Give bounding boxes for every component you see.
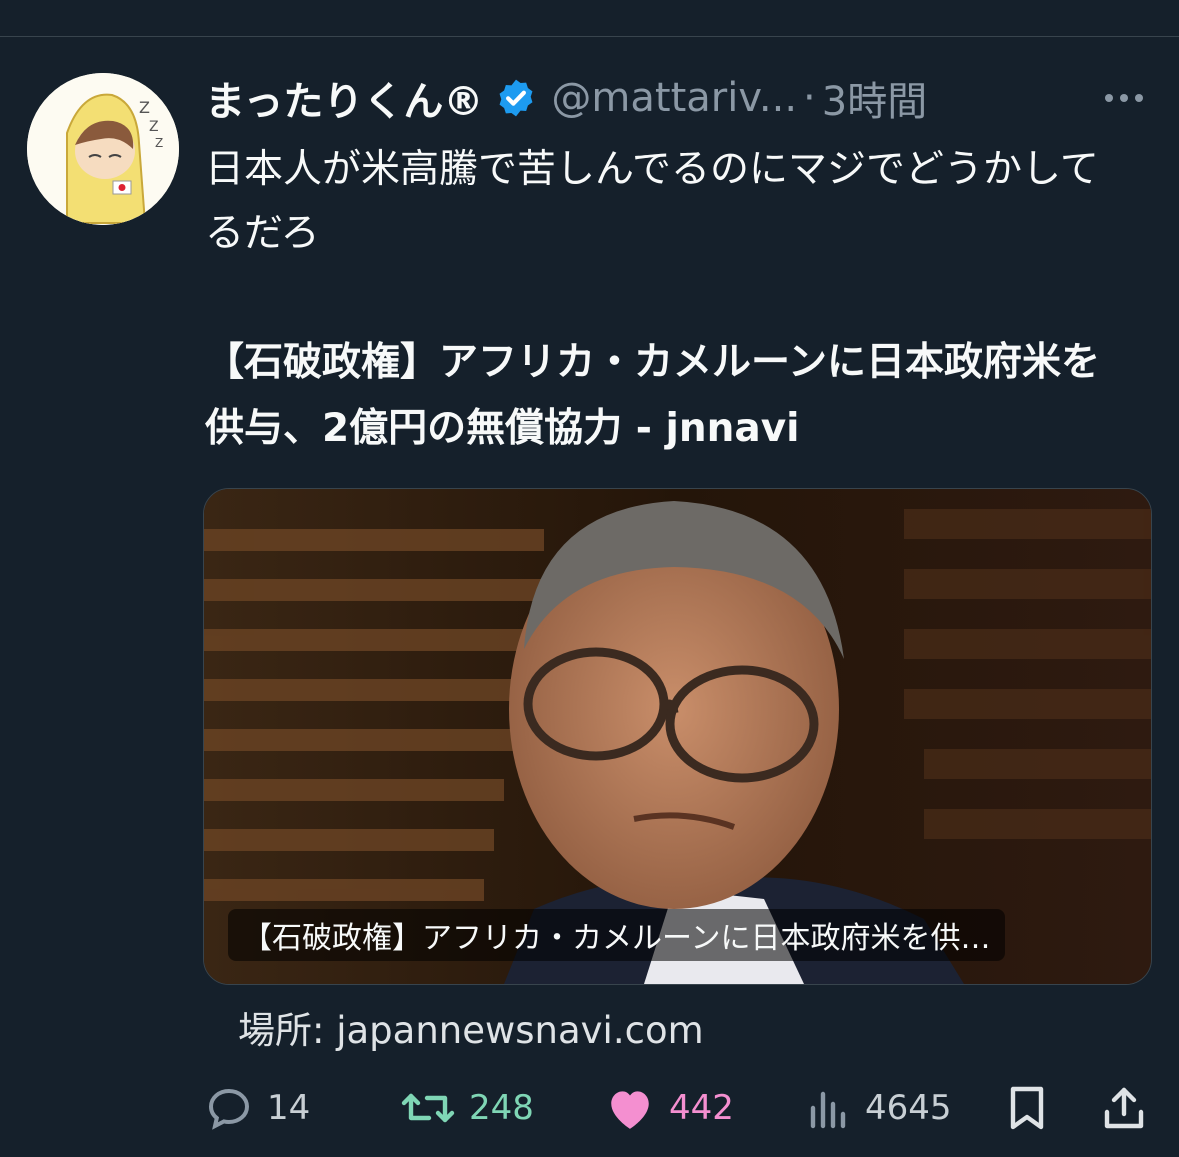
more-options-icon [1105, 94, 1143, 102]
timestamp[interactable]: 3時間 [822, 69, 927, 127]
retweet-icon [401, 1093, 455, 1123]
share-icon [1104, 1087, 1144, 1129]
separator-dot: · [803, 75, 816, 121]
reply-icon [208, 1088, 250, 1130]
display-name[interactable]: まったりくん® [205, 69, 483, 127]
reply-button[interactable]: 14 [205, 1078, 310, 1138]
link-card[interactable]: 【石破政権】アフリカ・カメルーンに日本政府米を供… [203, 488, 1152, 985]
avatar[interactable]: Z Z Z [27, 73, 179, 225]
handle[interactable]: @mattariv... [551, 75, 797, 121]
retweet-button[interactable]: 248 [401, 1078, 534, 1138]
svg-text:Z: Z [139, 98, 150, 117]
like-count: 442 [669, 1088, 734, 1128]
like-button[interactable]: 442 [605, 1078, 734, 1138]
retweet-count: 248 [469, 1088, 534, 1128]
top-divider [0, 36, 1179, 37]
card-caption: 【石破政権】アフリカ・カメルーンに日本政府米を供… [228, 909, 1005, 961]
link-title-text[interactable]: 【石破政権】アフリカ・カメルーンに日本政府米を供与、2億円の無償協力 - jnn… [205, 330, 1135, 462]
views-button[interactable]: 4645 [807, 1078, 952, 1138]
svg-text:Z: Z [149, 119, 159, 135]
verified-badge-icon [499, 79, 533, 117]
more-options-button[interactable] [1099, 70, 1149, 126]
views-count: 4645 [865, 1088, 952, 1128]
svg-text:Z: Z [155, 136, 163, 150]
like-icon [611, 1091, 649, 1129]
tweet-header: まったりくん® @mattariv... · 3時間 [205, 70, 1165, 126]
tweet-text: 日本人が米高騰で苦しんでるのにマジでどうかしてるだろ [205, 147, 1099, 256]
views-icon [810, 1091, 846, 1129]
bookmark-icon [1010, 1086, 1044, 1130]
action-bar: 14 248 442 4645 [205, 1078, 1155, 1138]
reply-count: 14 [267, 1088, 311, 1128]
bookmark-button[interactable] [1005, 1078, 1049, 1138]
avatar-image: Z Z Z [27, 73, 179, 225]
share-button[interactable] [1101, 1078, 1147, 1138]
card-source[interactable]: 場所: japannewsnavi.com [238, 1000, 704, 1054]
